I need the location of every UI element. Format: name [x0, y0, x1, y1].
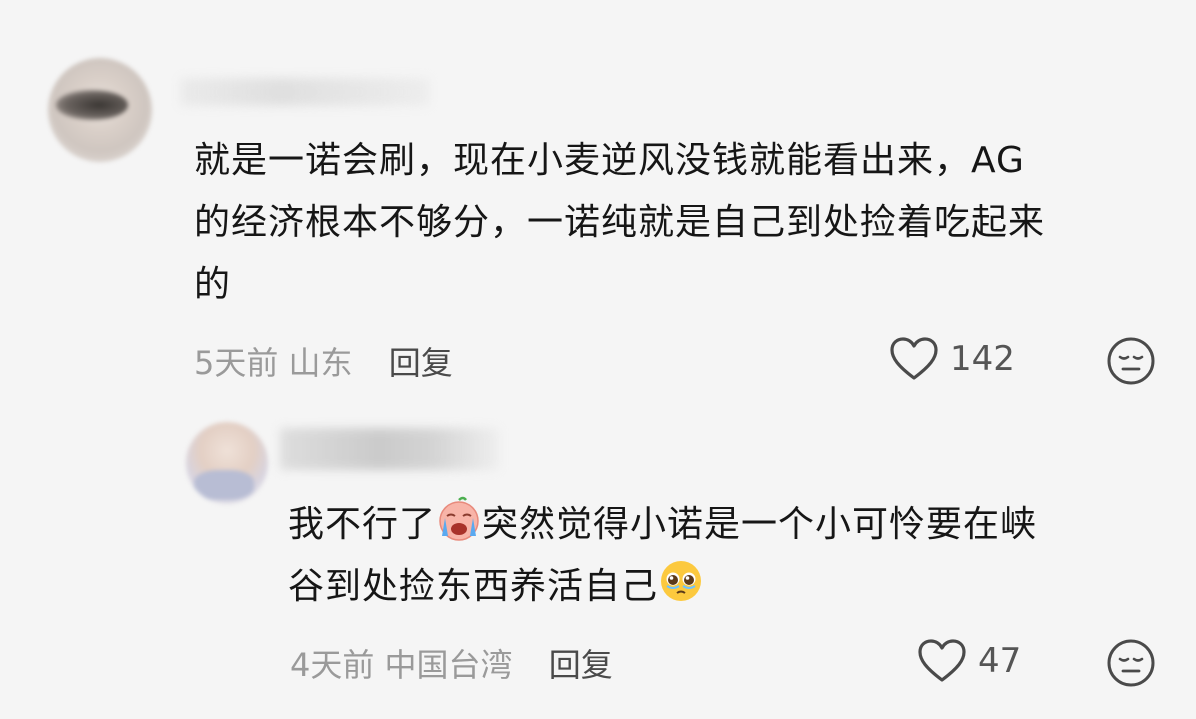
comment-line: 的 — [194, 264, 232, 305]
comment-list: 就是一诺会刷，现在小麦逆风没钱就能看出来，AG 的经济根本不够分，一诺纯就是自己… — [0, 0, 1196, 719]
meh-face-icon[interactable] — [1106, 336, 1156, 386]
heart-outline-icon — [918, 639, 966, 682]
like-button[interactable]: 47 — [916, 638, 1021, 684]
comment-line: 谷到处捡东西养活自己 — [288, 556, 1037, 618]
comment-location: 中国台湾 — [384, 646, 513, 684]
avatar[interactable] — [186, 422, 268, 504]
heart-outline-icon — [890, 337, 938, 380]
comment-meta: 4天前 中国台湾 回复 — [290, 640, 613, 686]
comment-line: 的经济根本不够分，一诺纯就是自己到处捡着吃起来 — [194, 202, 1046, 243]
username-blurred[interactable] — [280, 428, 500, 470]
crying-face-emoji — [439, 496, 479, 541]
username-blurred[interactable] — [180, 78, 430, 106]
like-count: 47 — [978, 641, 1022, 681]
meh-face-icon[interactable] — [1106, 638, 1156, 688]
reply-button[interactable]: 回复 — [549, 646, 613, 684]
comment-line: 我不行了 突然觉得小诺是一个小可怜要在峡 — [288, 494, 1037, 556]
comment-text: 我不行了 突然觉得小诺是一个小可怜要在峡 谷到处捡东西养活自己 — [288, 494, 1037, 618]
pleading-face-emoji — [661, 561, 702, 601]
comment-time: 5天前 — [194, 344, 279, 382]
like-count: 142 — [950, 339, 1015, 379]
comment-time: 4天前 — [290, 646, 375, 684]
like-button[interactable]: 142 — [888, 336, 1015, 382]
reply-button[interactable]: 回复 — [389, 344, 453, 382]
avatar[interactable] — [48, 58, 152, 162]
comment-text: 就是一诺会刷，现在小麦逆风没钱就能看出来，AG 的经济根本不够分，一诺纯就是自己… — [194, 130, 1045, 316]
comment-meta: 5天前 山东 回复 — [194, 338, 453, 384]
comment-line: 就是一诺会刷，现在小麦逆风没钱就能看出来，AG — [194, 140, 1025, 181]
comment-location: 山东 — [288, 344, 353, 382]
